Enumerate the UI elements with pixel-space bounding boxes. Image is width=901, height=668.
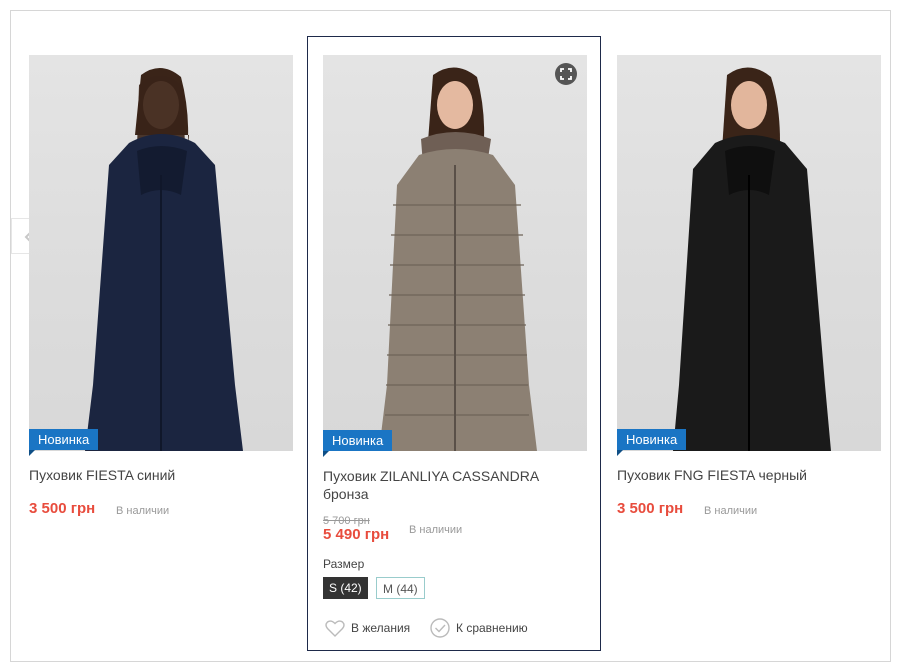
product-price: 3 500 грн <box>29 500 96 517</box>
product-card-3[interactable]: Новинка Пуховик FNG FIESTA черный 3 500 … <box>617 36 901 651</box>
product-price: 5 490 грн <box>323 526 390 543</box>
stock-status: В наличии <box>116 505 170 517</box>
new-badge: Новинка <box>617 429 687 456</box>
size-label: Размер <box>323 557 365 571</box>
product-name[interactable]: Пуховик ZILANLIYA CASSANDRA бронза <box>323 467 573 503</box>
zoom-icon <box>555 63 577 85</box>
product-name[interactable]: Пуховик FNG FIESTA черный <box>617 466 867 484</box>
new-badge: Новинка <box>323 430 393 457</box>
product-image-2[interactable] <box>323 55 587 451</box>
coat-shape <box>379 149 537 451</box>
size-option-s[interactable]: S (42) <box>323 577 368 599</box>
product-price: 3 500 грн <box>617 500 684 517</box>
model-figure <box>673 67 831 451</box>
zoom-button[interactable] <box>555 63 577 85</box>
compare-label: К сравнению <box>456 621 528 635</box>
compare-button[interactable]: К сравнению <box>430 618 528 638</box>
wishlist-label: В желания <box>351 621 411 635</box>
new-badge: Новинка <box>29 429 99 456</box>
check-circle-icon <box>430 618 450 638</box>
stock-status: В наличии <box>704 505 758 517</box>
size-option-m[interactable]: M (44) <box>376 577 425 599</box>
heart-icon <box>325 620 345 637</box>
product-card-1[interactable]: Новинка Пуховик FIESTA синий 3 500 грн В… <box>29 36 323 651</box>
wishlist-button[interactable]: В желания <box>325 618 411 638</box>
product-image-1[interactable] <box>29 55 293 451</box>
product-name[interactable]: Пуховик FIESTA синий <box>29 466 279 484</box>
model-figure <box>85 67 243 451</box>
model-figure <box>379 67 537 451</box>
stock-status: В наличии <box>409 524 463 536</box>
product-image-3[interactable] <box>617 55 881 451</box>
product-card-2[interactable]: Новинка Пуховик ZILANLIYA CASSANDRA брон… <box>307 36 601 651</box>
